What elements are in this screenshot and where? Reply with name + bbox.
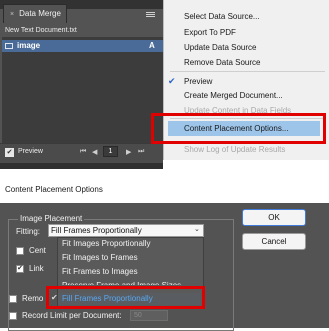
record-limit-field[interactable]: 50 bbox=[130, 310, 168, 321]
fitting-option[interactable]: Fit Images Proportionally bbox=[62, 239, 150, 248]
preview-checkbox[interactable]: ✔ bbox=[5, 148, 14, 157]
remove-checkbox[interactable] bbox=[9, 295, 17, 303]
fitting-select[interactable]: Fill Frames Proportionally bbox=[48, 224, 204, 237]
center-checkbox[interactable] bbox=[16, 247, 24, 255]
menu-item-create-merged-document[interactable]: Create Merged Document... bbox=[184, 91, 283, 100]
data-fields-list bbox=[2, 37, 163, 143]
record-limit-label: Record Limit per Document: bbox=[22, 311, 122, 320]
data-field-name: image bbox=[17, 41, 41, 50]
remove-label: Remo bbox=[22, 294, 44, 303]
close-icon[interactable]: × bbox=[10, 11, 14, 18]
menu-item-select-data-source[interactable]: Select Data Source... bbox=[184, 12, 260, 21]
menu-separator bbox=[170, 71, 325, 72]
record-number-field[interactable]: 1 bbox=[103, 146, 118, 157]
checkmark-icon: ✔ bbox=[168, 76, 176, 86]
panel-menu-icon[interactable] bbox=[146, 9, 157, 19]
previous-record-icon[interactable]: ◀ bbox=[92, 148, 97, 156]
first-record-icon[interactable]: ⏮ bbox=[80, 148, 86, 156]
chevron-down-icon[interactable]: ⌄ bbox=[194, 225, 200, 233]
record-limit-checkbox[interactable] bbox=[9, 312, 17, 320]
link-label: Link bbox=[29, 264, 44, 273]
data-source-filename: New Text Document.txt bbox=[5, 27, 77, 34]
fitting-option[interactable]: Fit Images to Frames bbox=[62, 253, 138, 262]
data-merge-tab[interactable]: × Data Merge bbox=[3, 4, 67, 23]
last-record-icon[interactable]: ⏭ bbox=[138, 148, 144, 156]
group-label: Image Placement bbox=[18, 214, 85, 223]
ok-button[interactable]: OK bbox=[242, 209, 306, 226]
callout-highlight-box bbox=[151, 113, 326, 144]
cancel-button[interactable]: Cancel bbox=[242, 233, 306, 250]
fitting-label: Fitting: bbox=[16, 227, 41, 236]
dialog-title: Content Placement Options bbox=[5, 185, 103, 194]
next-record-icon[interactable]: ▶ bbox=[126, 148, 131, 156]
menu-item-preview[interactable]: Preview bbox=[184, 77, 212, 86]
preview-label: Preview bbox=[18, 148, 43, 155]
tab-label: Data Merge bbox=[19, 9, 61, 18]
image-field-icon bbox=[5, 43, 13, 49]
fitting-option[interactable]: Fit Frames to Images bbox=[62, 267, 138, 276]
link-checkbox[interactable]: ✔ bbox=[16, 265, 24, 273]
menu-item-update-data-source[interactable]: Update Data Source bbox=[184, 43, 257, 52]
panel-bottom-edge bbox=[0, 163, 163, 169]
menu-item-show-log: Show Log of Update Results bbox=[184, 145, 286, 154]
data-field-type: A bbox=[149, 41, 155, 50]
callout-highlight-box bbox=[46, 286, 205, 309]
menu-item-export-to-pdf[interactable]: Export To PDF bbox=[184, 28, 236, 37]
menu-item-remove-data-source[interactable]: Remove Data Source bbox=[184, 58, 260, 67]
center-label: Cent bbox=[29, 246, 46, 255]
